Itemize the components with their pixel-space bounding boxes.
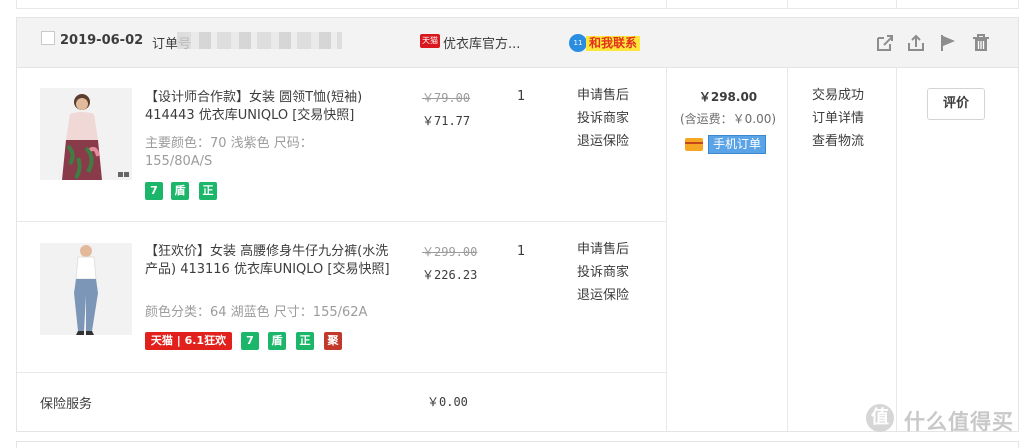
watermark-text: 什么值得买 <box>904 410 1014 434</box>
order-status-links: 交易成功 订单详情 查看物流 <box>812 84 864 153</box>
tmall-badge: 天猫 <box>420 34 440 48</box>
apply-after-sale-link[interactable]: 申请售后 <box>577 84 629 107</box>
insurance-price: ￥0.00 <box>427 395 468 409</box>
item-actions: 申请售后 投诉商家 退运保险 <box>577 84 629 153</box>
upload-icon[interactable] <box>905 32 927 54</box>
original-price: ￥79.00 <box>422 91 471 105</box>
unit-price: ￥226.23 <box>422 268 478 282</box>
juhuasuan-icon: 聚 <box>324 332 342 350</box>
order-header: 2019-06-02 订单号 天猫 优衣库官方... 11 和我联系 <box>17 18 1018 68</box>
order-checkbox[interactable] <box>41 31 55 45</box>
product-attributes: 主要颜色：70 浅紫色 尺码：155/80A/S <box>145 136 313 169</box>
guarantee-shield-icon: 盾 <box>171 182 189 200</box>
product-title-link[interactable]: 【设计师合作款】女装 圆领T恤(短袖) 414443 优衣库UNIQLO [交易… <box>145 89 385 125</box>
trash-icon[interactable] <box>970 32 992 54</box>
original-price: ￥299.00 <box>422 245 478 259</box>
tmall-promo-badge: 天猫 | 6.1狂欢 <box>145 332 232 350</box>
mobile-order-badge: 手机订单 <box>708 135 767 154</box>
order-total: ￥298.00 <box>698 90 758 104</box>
order-card: 2019-06-02 订单号 天猫 优衣库官方... 11 和我联系 【设计师合… <box>16 17 1019 432</box>
product-thumbnail[interactable] <box>40 243 132 335</box>
product-title-link[interactable]: 【狂欢价】女装 高腰修身牛仔九分裤(水洗产品) 413116 优衣库UNIQLO… <box>145 243 395 279</box>
order-detail-link[interactable]: 订单详情 <box>812 107 864 130</box>
complain-seller-link[interactable]: 投诉商家 <box>577 261 629 284</box>
order-date: 2019-06-02 <box>60 33 144 48</box>
seven-day-return-icon: 7 <box>145 182 163 200</box>
apply-after-sale-link[interactable]: 申请售后 <box>577 238 629 261</box>
return-shipping-insurance-link[interactable]: 退运保险 <box>577 130 629 153</box>
previous-order-edge <box>16 0 1019 9</box>
order-number-redacted <box>177 32 342 49</box>
product-attributes: 颜色分类：64 湖蓝色 尺寸：155/62A <box>145 305 368 320</box>
item-actions: 申请售后 投诉商家 退运保险 <box>577 238 629 307</box>
product-thumbnail[interactable] <box>40 88 132 180</box>
share-icon[interactable] <box>874 32 896 54</box>
quantity: 1 <box>517 89 526 104</box>
shipping-fee: (含运费：￥0.00) <box>679 112 777 126</box>
flag-icon[interactable] <box>937 32 959 54</box>
contact-label: 和我联系 <box>586 36 641 51</box>
complain-seller-link[interactable]: 投诉商家 <box>577 107 629 130</box>
review-button[interactable]: 评价 <box>927 88 985 120</box>
genuine-icon: 正 <box>199 182 217 200</box>
trade-success-status: 交易成功 <box>812 88 865 103</box>
watermark-logo-icon: 值 <box>866 404 894 432</box>
guarantee-shield-icon: 盾 <box>268 332 286 350</box>
return-shipping-insurance-link[interactable]: 退运保险 <box>577 284 629 307</box>
quantity: 1 <box>517 244 526 259</box>
unit-price: ￥71.77 <box>422 114 471 128</box>
wangwang-icon: 11 <box>569 34 587 52</box>
card-icon <box>685 138 703 151</box>
genuine-icon: 正 <box>296 332 314 350</box>
seven-day-return-icon: 7 <box>241 332 259 350</box>
insurance-label: 保险服务 <box>40 397 93 412</box>
view-logistics-link[interactable]: 查看物流 <box>812 130 864 153</box>
shop-name-link[interactable]: 优衣库官方... <box>443 33 520 52</box>
